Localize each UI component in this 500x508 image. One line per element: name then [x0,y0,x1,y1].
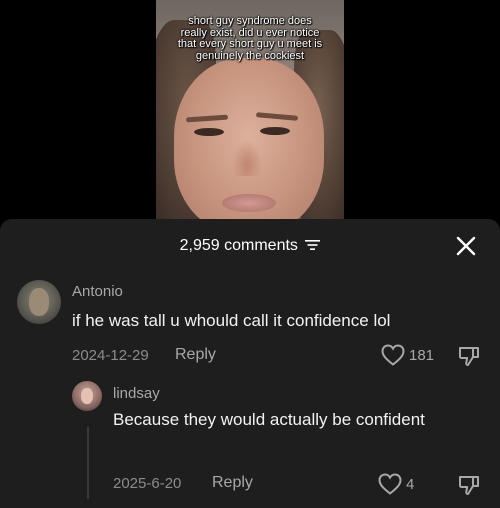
avatar[interactable] [72,381,102,411]
thumbs-down-icon[interactable] [457,473,481,497]
like-count: 181 [409,347,435,364]
close-icon[interactable] [455,235,477,257]
avatar[interactable] [17,280,61,324]
video-player[interactable]: short guy syndrome does really exist, di… [156,0,344,220]
video-caption: short guy syndrome does really exist, di… [177,15,323,62]
heart-icon[interactable] [381,344,405,366]
comment-count-label: 2,959 comments [179,237,298,254]
comment-date: 2024-12-29 [72,347,149,364]
thumbs-down-icon[interactable] [457,344,481,368]
avatar-image [81,388,93,404]
comment-username[interactable]: Antonio [72,283,123,300]
video-frame-detail [232,140,262,176]
comment-username[interactable]: lindsay [113,385,160,402]
reply-button[interactable]: Reply [212,474,253,492]
reply-button[interactable]: Reply [175,346,216,364]
thread-line [87,427,89,499]
comments-header: 2,959 comments [0,219,500,275]
video-frame-detail [194,128,224,136]
avatar-image [29,288,49,316]
comment-text: if he was tall u whould call it confiden… [72,311,391,330]
filter-icon[interactable] [305,239,321,251]
video-frame-detail [260,127,290,135]
comment-date: 2025-6-20 [113,475,182,492]
comment-text: Because they would actually be confident [113,410,425,429]
heart-icon[interactable] [378,473,402,495]
comments-sheet: 2,959 comments Antonio if he was tall u … [0,219,500,508]
like-count: 4 [406,476,415,493]
comment-count[interactable]: 2,959 comments [0,237,500,255]
video-frame-detail [222,194,276,212]
